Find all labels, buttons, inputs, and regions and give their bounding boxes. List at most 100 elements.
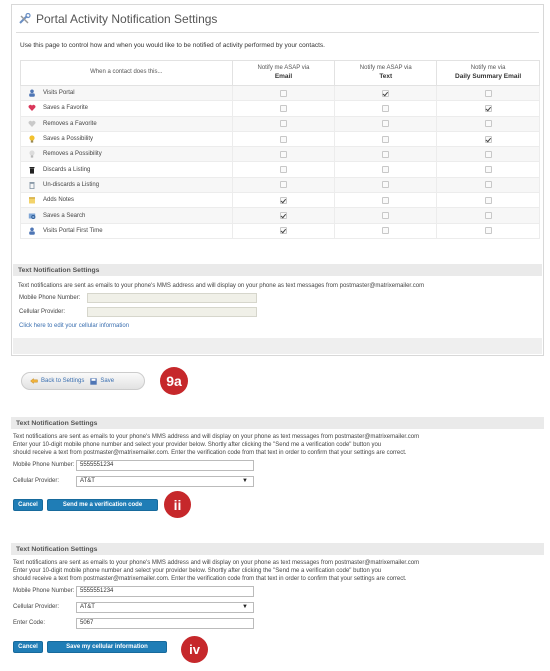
mobile-phone-input[interactable]: 5555551234 <box>76 460 254 471</box>
daily-checkbox[interactable] <box>484 89 492 97</box>
cellular-provider-label: Cellular Provider: <box>13 604 60 610</box>
table-row: Un-discards a Listing <box>20 176 540 194</box>
email-checkbox[interactable] <box>279 166 287 174</box>
save-link[interactable]: Save <box>100 378 114 384</box>
heart-icon <box>28 105 36 112</box>
table-row: Removes a Favorite <box>20 115 540 132</box>
column-header-daily-summary: Notify me via Daily Summary Email <box>436 60 540 86</box>
edit-cellular-link[interactable]: Click here to edit your cellular informa… <box>19 323 129 329</box>
daily-checkbox[interactable] <box>484 135 492 143</box>
cellular-provider-select[interactable]: AT&T ▼ <box>76 476 254 487</box>
daily-checkbox[interactable] <box>484 196 492 204</box>
send-verification-code-button[interactable]: Send me a verification code <box>47 499 158 511</box>
text-settings-heading-step2: Text Notification Settings <box>11 417 544 429</box>
text-checkbox[interactable] <box>382 211 390 219</box>
daily-checkbox[interactable] <box>484 166 492 174</box>
column-header-text: Notify me ASAP via Text <box>334 60 438 86</box>
text-checkbox[interactable] <box>382 196 390 204</box>
daily-checkbox[interactable] <box>484 150 492 158</box>
table-row: Saves a Possibility <box>20 130 540 148</box>
table-row: Visits Portal First Time <box>20 222 540 239</box>
email-checkbox[interactable] <box>279 104 287 112</box>
text-checkbox[interactable] <box>382 89 390 97</box>
save-disk-icon <box>90 377 98 385</box>
text-checkbox[interactable] <box>382 135 390 143</box>
person-icon <box>29 89 35 97</box>
back-arrow-icon <box>30 378 38 384</box>
chevron-down-icon: ▼ <box>242 478 248 484</box>
save-cellular-info-button[interactable]: Save my cellular information <box>47 641 167 653</box>
table-row: Removes a Possibility <box>20 146 540 163</box>
cellular-provider-select[interactable]: AT&T ▼ <box>76 602 254 613</box>
table-header-row: When a contact does this... Notify me AS… <box>20 60 540 86</box>
table-row: Saves a Favorite <box>20 100 540 117</box>
text-settings-line1-step3: Text notifications are sent as emails to… <box>13 560 420 566</box>
activity-label: Un-discards a Listing <box>43 181 100 188</box>
daily-checkbox[interactable] <box>484 181 492 189</box>
title-divider <box>16 32 539 33</box>
enter-code-label: Enter Code: <box>13 620 46 626</box>
text-checkbox[interactable] <box>382 227 390 235</box>
text-settings-heading: Text Notification Settings <box>13 264 542 276</box>
email-checkbox[interactable] <box>279 196 287 204</box>
activity-label: Adds Notes <box>43 197 75 204</box>
trash-icon <box>29 166 35 174</box>
table-row: Adds Notes <box>20 192 540 209</box>
section-footer <box>13 338 542 354</box>
cellular-provider-label: Cellular Provider: <box>13 478 60 484</box>
daily-checkbox[interactable] <box>484 120 492 128</box>
back-to-settings-link[interactable]: Back to Settings <box>41 378 84 384</box>
email-checkbox[interactable] <box>279 227 287 235</box>
email-checkbox[interactable] <box>279 150 287 158</box>
page-title-text: Portal Activity Notification Settings <box>36 12 218 26</box>
page-title: Portal Activity Notification Settings <box>18 12 217 26</box>
daily-checkbox[interactable] <box>484 104 492 112</box>
notes-icon <box>29 197 35 204</box>
cellular-provider-label: Cellular Provider: <box>19 309 66 315</box>
mobile-phone-readonly <box>87 293 257 303</box>
text-checkbox[interactable] <box>382 104 390 112</box>
email-checkbox[interactable] <box>279 211 287 219</box>
email-checkbox[interactable] <box>279 181 287 189</box>
column-header-email: Notify me ASAP via Email <box>231 60 336 86</box>
activity-label: Visits Portal First Time <box>43 227 103 234</box>
table-row: Saves a Search <box>20 207 540 224</box>
text-checkbox[interactable] <box>382 120 390 128</box>
heart-remove-icon <box>28 120 36 127</box>
settings-tools-icon <box>19 13 31 24</box>
email-checkbox[interactable] <box>279 120 287 128</box>
lightbulb-remove-icon <box>29 150 35 158</box>
activity-label: Removes a Possibility <box>43 151 102 158</box>
activity-label: Discards a Listing <box>43 166 91 173</box>
trash-restore-icon <box>29 181 35 189</box>
email-checkbox[interactable] <box>279 135 287 143</box>
mobile-phone-label: Mobile Phone Number: <box>19 295 81 301</box>
activity-label: Visits Portal <box>43 90 75 97</box>
cancel-button[interactable]: Cancel <box>13 641 43 653</box>
daily-checkbox[interactable] <box>484 227 492 235</box>
text-settings-heading-step3: Text Notification Settings <box>11 543 544 555</box>
activity-label: Saves a Search <box>43 212 86 219</box>
verification-code-input[interactable]: 5067 <box>76 618 254 629</box>
lightbulb-icon <box>29 135 35 143</box>
daily-checkbox[interactable] <box>484 211 492 219</box>
text-settings-line2-step2: Enter your 10-digit mobile phone number … <box>13 442 382 448</box>
email-checkbox[interactable] <box>279 89 287 97</box>
text-checkbox[interactable] <box>382 150 390 158</box>
step-marker-ii: ii <box>164 491 191 518</box>
text-checkbox[interactable] <box>382 181 390 189</box>
mobile-phone-label: Mobile Phone Number: <box>13 462 75 468</box>
text-settings-line3-step3: should receive a text from postmaster@ma… <box>13 576 407 582</box>
mobile-phone-input[interactable]: 5555551234 <box>76 586 254 597</box>
text-settings-line1-step2: Text notifications are sent as emails to… <box>13 434 420 440</box>
table-row: Discards a Listing <box>20 161 540 178</box>
table-row: Visits Portal <box>20 84 540 102</box>
text-settings-line3-step2: should receive a text from postmaster@ma… <box>13 450 407 456</box>
page-intro: Use this page to control how and when yo… <box>20 42 325 49</box>
activity-label: Removes a Favorite <box>43 120 97 127</box>
cancel-button[interactable]: Cancel <box>13 499 43 511</box>
activity-settings-panel: Portal Activity Notification Settings Us… <box>11 4 544 356</box>
text-checkbox[interactable] <box>382 166 390 174</box>
search-save-icon <box>28 213 36 219</box>
provider-selected: AT&T <box>80 604 95 610</box>
